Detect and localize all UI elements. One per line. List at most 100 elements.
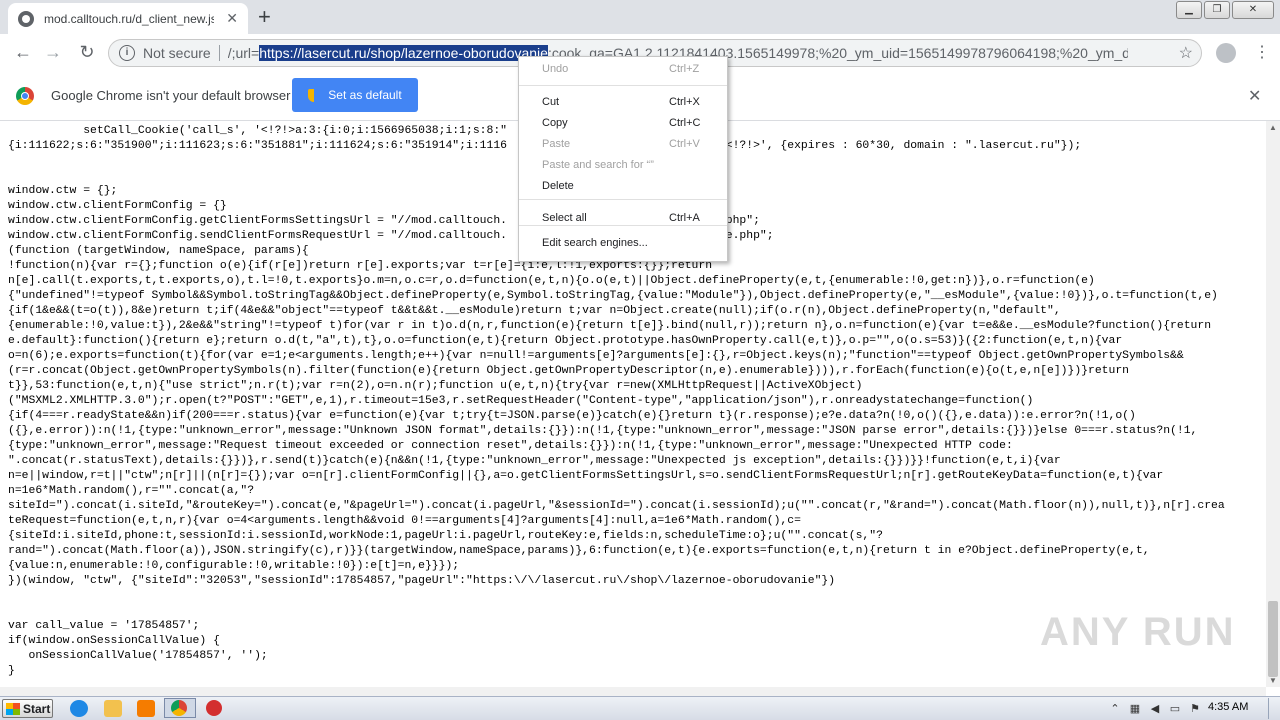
menu-item-copy[interactable]: Copy Ctrl+C <box>519 113 727 134</box>
back-button[interactable]: ← <box>12 42 34 63</box>
code-line: rand=").concat(Math.floor(a)),JSON.strin… <box>8 545 1150 557</box>
profile-avatar-icon[interactable] <box>1216 43 1236 63</box>
globe-icon <box>18 10 34 27</box>
media-player-icon[interactable] <box>137 700 155 717</box>
menu-item-paste[interactable]: Paste Ctrl+V <box>519 134 727 155</box>
code-line: {if(4===r.readyState&&n)if(200===r.statu… <box>8 410 1136 422</box>
code-line: {value:n,enumerable:!0,configurable:!0,w… <box>8 560 460 572</box>
minimize-button[interactable]: ▁ <box>1176 1 1202 19</box>
stop-icon[interactable] <box>206 700 222 716</box>
windows-taskbar: Start ⌃ ▦ ◀ ▭ ⚑ 4:35 AM <box>0 696 1280 720</box>
infobar-message: Google Chrome isn't your default browser <box>51 88 291 103</box>
internet-explorer-icon[interactable] <box>70 700 88 717</box>
code-line: (function (targetWindow, nameSpace, para… <box>8 245 309 257</box>
menu-item-label: Undo <box>542 63 569 75</box>
menu-item-label: Delete <box>542 180 574 192</box>
tab-title: mod.calltouch.ru/d_client_new.js?pa <box>44 11 214 26</box>
code-line: e.default}:function(){return e};return o… <box>8 335 1123 347</box>
menu-item-shortcut: Ctrl+X <box>669 96 700 108</box>
code-line: })(window, "ctw", {"siteId":"32053","ses… <box>8 575 836 587</box>
tray-expand-icon[interactable]: ⌃ <box>1108 703 1122 715</box>
menu-item-undo[interactable]: Undo Ctrl+Z <box>519 59 727 80</box>
code-line: ".concat(r.statusText),details:{}})},r.s… <box>8 455 1061 467</box>
reload-button[interactable]: ↻ <box>76 42 98 63</box>
chrome-icon[interactable] <box>171 700 187 716</box>
vertical-scrollbar[interactable]: ▲ ▼ <box>1266 121 1280 687</box>
menu-item-label: Select all <box>542 212 587 224</box>
security-label: Not secure <box>143 45 211 61</box>
code-line: {enumerable:!0,value:t}),2&e&&"string"!=… <box>8 320 1212 332</box>
menu-item-shortcut: Ctrl+V <box>669 138 700 150</box>
forward-button[interactable]: → <box>42 42 64 63</box>
menu-item-delete[interactable]: Delete <box>519 176 727 197</box>
close-infobar-icon[interactable]: ✕ <box>1248 86 1261 106</box>
action-center-flag-icon[interactable]: ⚑ <box>1188 703 1202 715</box>
show-desktop-button[interactable] <box>1268 698 1279 719</box>
code-line: {if(1&e&&(t=o(t)),8&e)return t;if(4&e&&"… <box>8 305 1061 317</box>
tab-strip: mod.calltouch.ru/d_client_new.js?pa ✕ + … <box>0 0 1280 34</box>
anyrun-watermark: ANY RUN <box>1040 610 1236 654</box>
scrollbar-thumb[interactable] <box>1268 601 1278 677</box>
new-tab-button[interactable]: + <box>258 4 271 30</box>
menu-item-shortcut: Ctrl+C <box>669 117 701 129</box>
url-prefix: /;url= <box>227 45 260 61</box>
code-line: o=n(6);e.exports=function(t){for(var e=1… <box>8 350 1184 362</box>
code-line: onSessionCallValue('17854857', ''); <box>28 650 268 662</box>
code-line: n[e].call(t.exports,t,t.exports,o),t.l=!… <box>8 275 1095 287</box>
browser-tab[interactable]: mod.calltouch.ru/d_client_new.js?pa ✕ <box>8 3 248 34</box>
info-icon[interactable]: i <box>119 45 135 61</box>
scroll-down-icon[interactable]: ▼ <box>1269 676 1277 685</box>
menu-item-paste-and-search-for[interactable]: Paste and search for “” <box>519 155 727 176</box>
code-line: window.ctw = {}; <box>8 185 118 197</box>
code-line: {siteId:i.siteId,phone:t,sessionId:i.ses… <box>8 530 883 542</box>
start-button[interactable]: Start <box>2 699 53 718</box>
menu-item-edit-search-engines[interactable]: Edit search engines... <box>519 233 727 254</box>
code-line: setCall_Cookie('call_s', '<!?!>a:3:{i:0;… <box>83 125 507 137</box>
code-line: n=1e6*Math.random(),r="".concat(a,"? <box>8 485 255 497</box>
code-line: siteId=").concat(i.siteId,"&routeKey=").… <box>8 500 1225 512</box>
menu-item-shortcut: Ctrl+A <box>669 212 700 224</box>
display-icon[interactable]: ▭ <box>1168 703 1182 715</box>
url-selection: https://lasercut.ru/shop/lazernoe-oborud… <box>259 45 548 61</box>
menu-item-label: Edit search engines... <box>542 237 648 249</box>
code-line: n=e||window,r=t||"ctw";n[r]||(n[r]={});v… <box>8 470 1164 482</box>
context-menu: Undo Ctrl+Z Cut Ctrl+X Copy Ctrl+C Paste Ctrl+V… <box>518 56 728 262</box>
windows-logo-icon <box>6 702 20 715</box>
scroll-up-icon[interactable]: ▲ <box>1269 123 1277 132</box>
file-explorer-icon[interactable] <box>104 700 122 717</box>
clock[interactable]: 4:35 AM <box>1208 701 1248 713</box>
code-line: ("MSXML2.XMLHTTP.3.0");r.open(t?"POST":"… <box>8 395 1034 407</box>
menu-item-shortcut: Ctrl+Z <box>669 63 700 75</box>
system-tray: ⌃ ▦ ◀ ▭ ⚑ <box>1108 699 1202 718</box>
code-line: } <box>8 665 15 677</box>
menu-item-label: Copy <box>542 117 568 129</box>
menu-item-label: Paste <box>542 138 571 150</box>
volume-icon[interactable]: ◀ <box>1148 703 1162 715</box>
menu-item-label: Paste and search for “” <box>542 159 654 171</box>
close-window-button[interactable]: ✕ <box>1232 1 1274 19</box>
start-label: Start <box>23 701 51 716</box>
horizontal-scrollbar[interactable] <box>0 687 1266 696</box>
code-line: {type:"unknown_error",message:"Request t… <box>8 440 1013 452</box>
set-as-default-button[interactable]: Set as default <box>292 78 418 112</box>
menu-item-cut[interactable]: Cut Ctrl+X <box>519 92 727 113</box>
more-menu-icon[interactable]: ⋮ <box>1254 42 1270 62</box>
divider <box>218 45 220 61</box>
menu-separator <box>519 85 727 86</box>
chrome-logo-icon <box>16 87 34 105</box>
code-line: t}},53:function(e,t,n){"use strict";n.r(… <box>8 380 863 392</box>
menu-item-label: Cut <box>542 96 560 108</box>
code-line: (r=r.concat(Object.getOwnPropertySymbols… <box>8 365 1130 377</box>
bookmark-star-icon[interactable]: ☆ <box>1179 43 1193 63</box>
code-line: ({},e.error)):n(!1,{type:"unknown_error"… <box>8 425 1198 437</box>
maximize-button[interactable]: ❐ <box>1204 1 1230 19</box>
code-line: if(window.onSessionCallValue) { <box>8 635 220 647</box>
code-line: {"undefined"!=typeof Symbol&&Symbol.toSt… <box>8 290 1218 302</box>
code-line: teRequest=function(e,t,n,r){var o=4<argu… <box>8 515 801 527</box>
set-as-default-label: Set as default <box>328 88 402 102</box>
close-tab-icon[interactable]: ✕ <box>226 10 238 27</box>
network-icon[interactable]: ▦ <box>1128 703 1142 715</box>
menu-item-select-all[interactable]: Select all Ctrl+A <box>519 208 727 229</box>
code-line: window.ctw.clientFormConfig = {} <box>8 200 227 212</box>
code-line: var call_value = '17854857'; <box>8 620 200 632</box>
